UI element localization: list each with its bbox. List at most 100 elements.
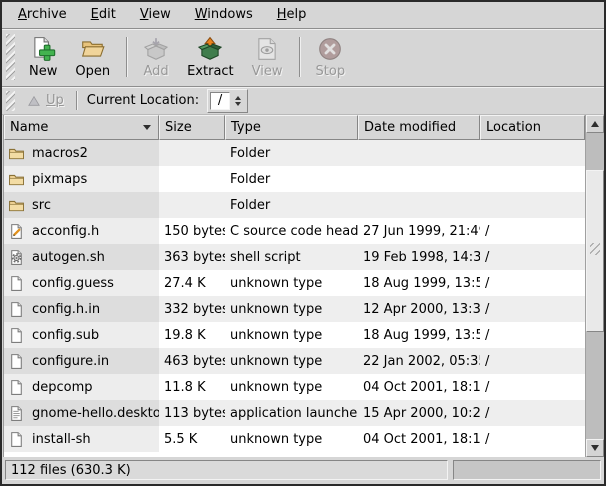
file-name-cell: src bbox=[4, 192, 159, 218]
file-row-config-sub[interactable]: config.sub19.8 Kunknown type18 Aug 1999,… bbox=[4, 322, 585, 348]
file-location-cell: / bbox=[480, 296, 585, 322]
plain-file-icon bbox=[8, 301, 25, 318]
toolbar-button-label: Extract bbox=[187, 64, 234, 79]
column-header-location[interactable]: Location bbox=[480, 115, 585, 140]
scrollbar-up-button[interactable] bbox=[586, 115, 604, 133]
toolbar-button-open[interactable]: Open bbox=[66, 31, 119, 83]
file-name-cell: gnome-hello.desktop bbox=[4, 400, 159, 426]
file-row-configure-in[interactable]: configure.in463 bytesunknown type22 Jan … bbox=[4, 348, 585, 374]
toolbar-drag-handle[interactable] bbox=[6, 34, 15, 80]
menu-item-archive[interactable]: Archive bbox=[6, 3, 79, 27]
file-location-cell: / bbox=[480, 322, 585, 348]
file-size-cell bbox=[159, 166, 225, 192]
file-date-text: 27 Jun 1999, 21:49 bbox=[363, 224, 480, 239]
file-row-src[interactable]: src Folder bbox=[4, 192, 585, 218]
file-type-text: unknown type bbox=[230, 302, 322, 317]
file-size-cell: 363 bytes bbox=[159, 244, 225, 270]
archive-manager-window: ArchiveEditViewWindowsHelp NewOpenAddExt… bbox=[0, 0, 606, 486]
file-type-cell: Folder bbox=[225, 192, 358, 218]
file-row-depcomp[interactable]: depcomp11.8 Kunknown type04 Oct 2001, 18… bbox=[4, 374, 585, 400]
menu-bar: ArchiveEditViewWindowsHelp bbox=[2, 2, 604, 29]
toolbar-button-label: Add bbox=[144, 64, 169, 79]
file-type-text: Folder bbox=[230, 172, 270, 187]
location-bar-drag-handle[interactable] bbox=[6, 91, 15, 111]
column-header-name[interactable]: Name bbox=[4, 115, 159, 140]
menu-item-windows[interactable]: Windows bbox=[183, 3, 265, 27]
menu-item-view[interactable]: View bbox=[128, 3, 183, 27]
file-name-cell: pixmaps bbox=[4, 166, 159, 192]
column-header-label: Type bbox=[231, 120, 261, 135]
combo-arrow-up-icon bbox=[235, 96, 241, 100]
file-type-text: application launcher bbox=[230, 406, 358, 421]
menu-item-edit[interactable]: Edit bbox=[79, 3, 128, 27]
plain-file-icon bbox=[8, 275, 25, 292]
column-header-size[interactable]: Size bbox=[159, 115, 225, 140]
file-location-cell bbox=[480, 192, 585, 218]
location-combo[interactable]: / bbox=[207, 89, 248, 113]
file-size-text: 27.4 K bbox=[164, 276, 206, 291]
plain-file-icon bbox=[8, 327, 25, 344]
file-type-text: unknown type bbox=[230, 432, 322, 447]
status-message-panel: 112 files (630.3 K) bbox=[5, 460, 448, 480]
file-name-text: src bbox=[32, 198, 51, 213]
file-location-cell: / bbox=[480, 348, 585, 374]
file-date-text: 18 Aug 1999, 13:53 bbox=[363, 276, 480, 291]
toolbar: NewOpenAddExtractViewStop bbox=[2, 29, 604, 87]
file-location-text: / bbox=[485, 276, 489, 291]
file-type-cell: unknown type bbox=[225, 348, 358, 374]
menu-item-help[interactable]: Help bbox=[265, 3, 319, 27]
file-location-cell: / bbox=[480, 400, 585, 426]
toolbar-button-new[interactable]: New bbox=[20, 31, 66, 83]
file-row-macros2[interactable]: macros2Folder bbox=[4, 140, 585, 166]
file-name-cell: depcomp bbox=[4, 374, 159, 400]
file-row-install-sh[interactable]: install-sh5.5 Kunknown type04 Oct 2001, … bbox=[4, 426, 585, 452]
file-type-text: unknown type bbox=[230, 328, 322, 343]
shell-script-file-icon bbox=[8, 249, 25, 266]
location-combo-value[interactable]: / bbox=[210, 92, 230, 110]
file-name-cell: autogen.sh bbox=[4, 244, 159, 270]
file-row-autogen-sh[interactable]: autogen.sh363 bytesshell script19 Feb 19… bbox=[4, 244, 585, 270]
file-row-config-guess[interactable]: config.guess27.4 Kunknown type18 Aug 199… bbox=[4, 270, 585, 296]
column-header-type[interactable]: Type bbox=[225, 115, 358, 140]
file-name-text: acconfig.h bbox=[32, 224, 99, 239]
combo-dropdown-icon[interactable] bbox=[230, 92, 245, 110]
up-button-label: Up bbox=[46, 93, 64, 108]
file-location-cell: / bbox=[480, 374, 585, 400]
vertical-scrollbar[interactable] bbox=[585, 115, 604, 457]
file-name-text: macros2 bbox=[32, 146, 88, 161]
file-list-region: NameSize Type Date modified Location macros… bbox=[3, 115, 604, 457]
scrollbar-trough[interactable] bbox=[586, 133, 604, 439]
toolbar-button-extract[interactable]: Extract bbox=[178, 31, 243, 83]
file-location-cell: / bbox=[480, 270, 585, 296]
file-name-cell: macros2 bbox=[4, 140, 159, 166]
file-name-text: configure.in bbox=[32, 354, 109, 369]
file-name-text: depcomp bbox=[32, 380, 93, 395]
file-location-cell: / bbox=[480, 218, 585, 244]
scrollbar-down-button[interactable] bbox=[586, 439, 604, 457]
file-name-cell: install-sh bbox=[4, 426, 159, 452]
new-archive-icon bbox=[30, 36, 56, 62]
file-row-acconfig-h[interactable]: acconfig.h150 bytesC source code header2… bbox=[4, 218, 585, 244]
file-size-cell: 11.8 K bbox=[159, 374, 225, 400]
file-row-pixmaps[interactable]: pixmaps Folder bbox=[4, 166, 585, 192]
file-type-text: Folder bbox=[230, 198, 270, 213]
scrollbar-thumb[interactable] bbox=[586, 170, 604, 332]
open-archive-icon bbox=[80, 36, 106, 62]
file-size-cell: 150 bytes bbox=[159, 218, 225, 244]
file-size-text: 363 bytes bbox=[164, 250, 225, 265]
file-name-cell: config.sub bbox=[4, 322, 159, 348]
file-size-cell: 113 bytes bbox=[159, 400, 225, 426]
up-button: Up bbox=[21, 91, 70, 110]
toolbar-button-label: View bbox=[252, 64, 283, 79]
file-row-gnome-hello-desktop[interactable]: gnome-hello.desktop113 bytes application … bbox=[4, 400, 585, 426]
toolbar-button-view: View bbox=[243, 31, 292, 83]
column-header-label: Location bbox=[486, 120, 541, 135]
column-header-date-modified[interactable]: Date modified bbox=[358, 115, 480, 140]
up-arrow-icon bbox=[27, 95, 41, 107]
file-type-cell: unknown type bbox=[225, 270, 358, 296]
file-row-config-h-in[interactable]: config.h.in332 bytesunknown type12 Apr 2… bbox=[4, 296, 585, 322]
plain-file-icon bbox=[8, 353, 25, 370]
file-location-cell: / bbox=[480, 244, 585, 270]
file-type-cell: unknown type bbox=[225, 426, 358, 452]
file-date-cell: 18 Aug 1999, 13:53 bbox=[358, 270, 480, 296]
